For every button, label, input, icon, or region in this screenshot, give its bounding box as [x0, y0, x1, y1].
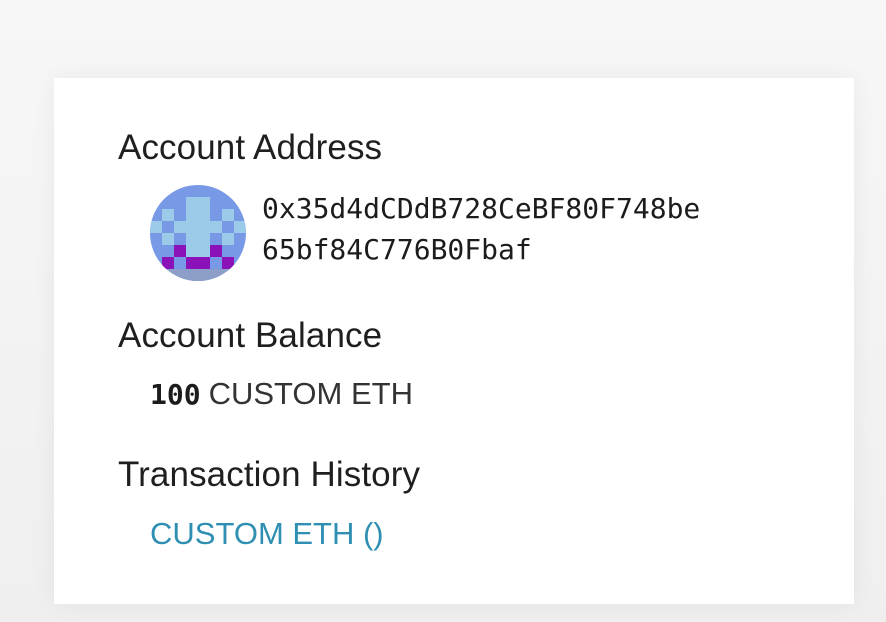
account-card: Account Address 0x35d4dCDdB728CeBF80F748… — [54, 78, 854, 604]
account-address-line-1: 0x35d4dCDdB728CeBF80F748be — [262, 192, 701, 225]
account-balance-value: 100 CUSTOM ETH — [150, 376, 413, 412]
account-address-heading: Account Address — [118, 128, 383, 167]
balance-unit: CUSTOM ETH — [208, 376, 413, 411]
transaction-history-heading: Transaction History — [118, 455, 421, 494]
account-address-value: 0x35d4dCDdB728CeBF80F748be 65bf84C776B0F… — [262, 188, 802, 270]
transaction-history-link[interactable]: CUSTOM ETH () — [150, 516, 384, 552]
identicon-avatar-icon — [150, 185, 246, 281]
account-address-line-2: 65bf84C776B0Fbaf — [262, 233, 532, 266]
account-balance-heading: Account Balance — [118, 316, 383, 355]
balance-amount: 100 — [150, 378, 201, 411]
